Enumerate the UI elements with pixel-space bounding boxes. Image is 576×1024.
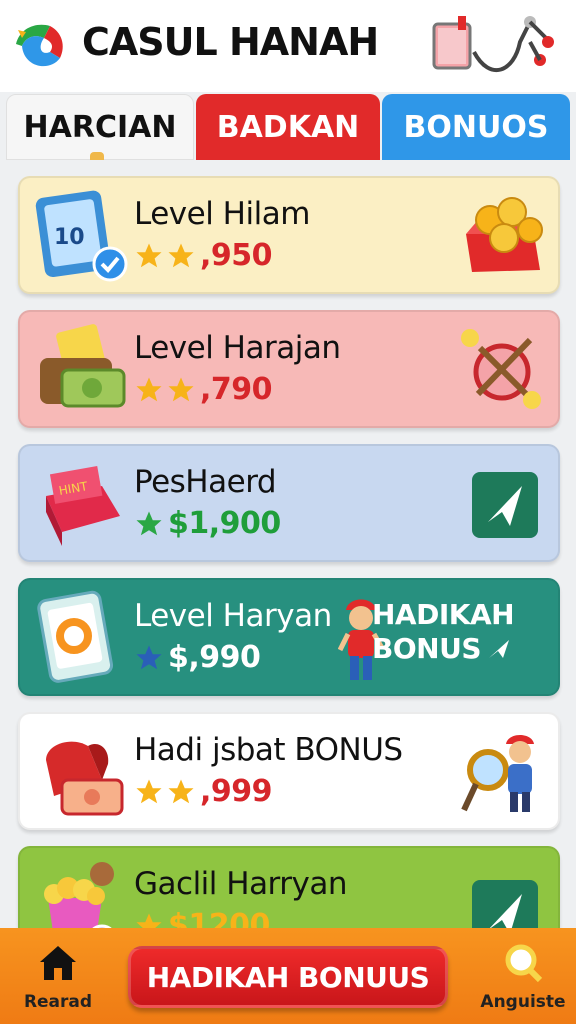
wallet-cash-icon	[40, 324, 126, 408]
tab-bar: HARCIAN BADKAN BONUOS	[0, 92, 576, 160]
level-card[interactable]: Hadi jsbat BONUS ,999	[18, 712, 560, 830]
bonus-badge-line1: HADIKAH	[372, 598, 515, 631]
bonus-badge-line2: BONUS	[372, 632, 481, 665]
search-icon	[505, 944, 543, 983]
level-card[interactable]: Level Harajan ,790	[18, 310, 560, 428]
mailbox-icon	[46, 741, 124, 816]
send-arrow-icon	[488, 640, 509, 658]
star-icon	[168, 779, 194, 803]
send-arrow-icon[interactable]	[470, 470, 540, 540]
level-list: 10 Level Hilam ,950 Level Harajan ,790 H…	[0, 160, 576, 964]
home-icon	[40, 946, 76, 980]
tab-bonuos[interactable]: BONUOS	[382, 94, 570, 160]
level-card[interactable]: HINT PesHaerd $1,900	[18, 444, 560, 562]
card-score: ,950	[200, 238, 273, 273]
tools-icon[interactable]	[430, 12, 560, 82]
star-icon	[136, 779, 162, 803]
card-title: Hadi jsbat BONUS	[134, 732, 403, 768]
treasure-chest-icon	[466, 197, 543, 272]
level-card[interactable]: 10 Level Hilam ,950	[18, 176, 560, 294]
sword-shield-icon	[461, 329, 541, 409]
star-icon	[168, 243, 194, 267]
nav-home-label: Rearad	[23, 992, 93, 1012]
detective-icon	[461, 735, 534, 812]
card-title: PesHaerd	[134, 464, 277, 500]
hadikah-bonus-button[interactable]: HADIKAH BONUUS	[128, 946, 448, 1008]
card-score: $1,900	[168, 506, 281, 541]
card-title: Level Haryan	[134, 598, 332, 634]
nav-home[interactable]: Rearad	[18, 942, 98, 1020]
star-icon	[136, 377, 162, 401]
star-icon	[168, 377, 194, 401]
card-title: Level Harajan	[134, 330, 341, 366]
card-score: $,990	[168, 640, 261, 675]
score-row: $,990	[134, 640, 261, 675]
star-icon	[136, 645, 162, 669]
star-icon	[136, 511, 162, 535]
tab-harcian[interactable]: HARCIAN	[6, 94, 194, 160]
tablet-ring-icon	[37, 590, 114, 683]
card-title: Gaclil Harryan	[134, 866, 348, 902]
tablet-level-icon: 10	[35, 190, 128, 282]
card-title: Level Hilam	[134, 196, 310, 232]
bonus-badge[interactable]: HADIKAH BONUS	[372, 598, 532, 666]
tab-indicator	[90, 152, 104, 160]
app-title: CASUL HANAH	[82, 20, 379, 64]
star-icon	[136, 243, 162, 267]
bottom-nav-bar: Rearad HADIKAH BONUUS Anguiste	[0, 928, 576, 1024]
svg-text:10: 10	[54, 225, 85, 250]
card-score: ,999	[200, 774, 273, 809]
nav-search-label: Anguiste	[480, 992, 566, 1012]
level-card-featured[interactable]: Level Haryan $,990 HADIKAH BONUS	[18, 578, 560, 696]
nav-search[interactable]: Anguiste	[478, 942, 568, 1020]
score-row: $1,900	[134, 506, 281, 541]
card-score: ,790	[200, 372, 273, 407]
score-row: ,790	[134, 372, 273, 407]
score-row: ,999	[134, 774, 273, 809]
score-row: ,950	[134, 238, 273, 273]
app-logo-icon	[16, 24, 63, 67]
shop-box-icon: HINT	[46, 466, 120, 546]
app-header: CASUL HANAH	[0, 0, 576, 92]
tab-badkan[interactable]: BADKAN	[196, 94, 380, 160]
